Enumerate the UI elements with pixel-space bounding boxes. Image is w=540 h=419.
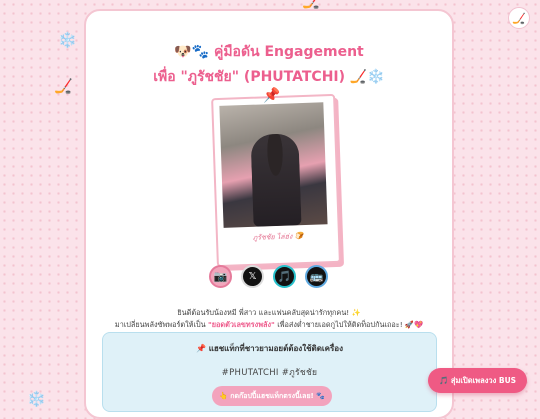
page-title-line1: 🐶🐾 คู่มือดัน Engagement: [174, 44, 364, 60]
tiktok-link[interactable]: 🎵: [273, 265, 296, 288]
intro-line1: ยินดีต้อนรับน้องหมี พี่สาว และแฟนคลับสุด…: [177, 308, 361, 317]
tiktok-icon: 🎵: [277, 270, 292, 283]
random-song-button[interactable]: 🎵 สุ่มเปิดเพลงวง BUS: [428, 368, 527, 393]
hashtag-box: 📌 แฮชแท็กที่ชาวยามอยต์ต้องใช้ติดเครื่อง …: [102, 332, 437, 412]
hashtag-text: #PHUTATCHI #ภูรัชชัย: [221, 368, 318, 378]
heart-pin-icon: 📌: [262, 87, 281, 105]
page-title-line2: เพื่อ "ภูรัชชัย" (PHUTATCHI) 🏒❄️: [153, 69, 385, 85]
main-card: 🐶🐾 คู่มือดัน Engagement เพื่อ "ภูรัชชัย"…: [84, 9, 454, 419]
x-icon: 𝕏: [248, 271, 257, 282]
intro-highlight: "ยอดตัวเลขทรงพลัง": [207, 320, 275, 329]
profile-photo: [219, 102, 328, 228]
instagram-link[interactable]: 📷: [209, 265, 232, 288]
instagram-icon: 📷: [213, 270, 228, 283]
intro-text: ยินดีต้อนรับน้องหมี พี่สาว และแฟนคลับสุด…: [86, 307, 452, 331]
photo-caption: ภูรัชชัย ไล่ฮ่ง 🍞: [252, 232, 304, 242]
bus-link[interactable]: 🚌: [305, 265, 328, 288]
social-links: 📷 𝕏 🎵 🚌: [209, 265, 328, 288]
hockey-stick-icon: 🏒: [54, 77, 73, 95]
copy-hashtag-button[interactable]: 👆 กดก๊อปปี้แฮชแท็กตรงนี้เลย! 🐾: [212, 386, 332, 406]
snowflake-icon: ❄️: [58, 31, 77, 49]
person-figure: [250, 133, 302, 227]
profile-polaroid: 📌 ภูรัชชัย ไล่ฮ่ง 🍞: [211, 88, 341, 268]
hashtag-heading: 📌 แฮชแท็กที่ชาวยามอยต์ต้องใช้ติดเครื่อง: [195, 344, 344, 353]
hockey-stick-icon: 🏒: [302, 0, 321, 10]
x-link[interactable]: 𝕏: [241, 265, 264, 288]
hockey-toggle-button[interactable]: 🏒: [508, 7, 530, 29]
intro-line2: มาเปลี่ยนพลังซัพพอร์ตให้เป็น "ยอดตัวเลขท…: [114, 320, 424, 329]
bus-icon: 🚌: [309, 270, 324, 283]
